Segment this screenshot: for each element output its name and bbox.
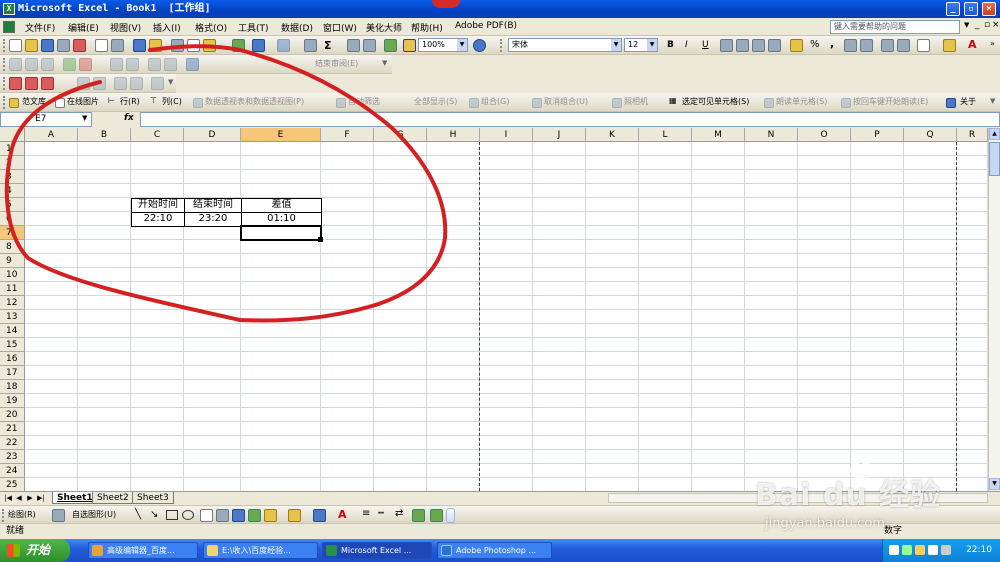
red-circle-annotation [4,44,448,323]
annotation-stroke [4,44,448,323]
